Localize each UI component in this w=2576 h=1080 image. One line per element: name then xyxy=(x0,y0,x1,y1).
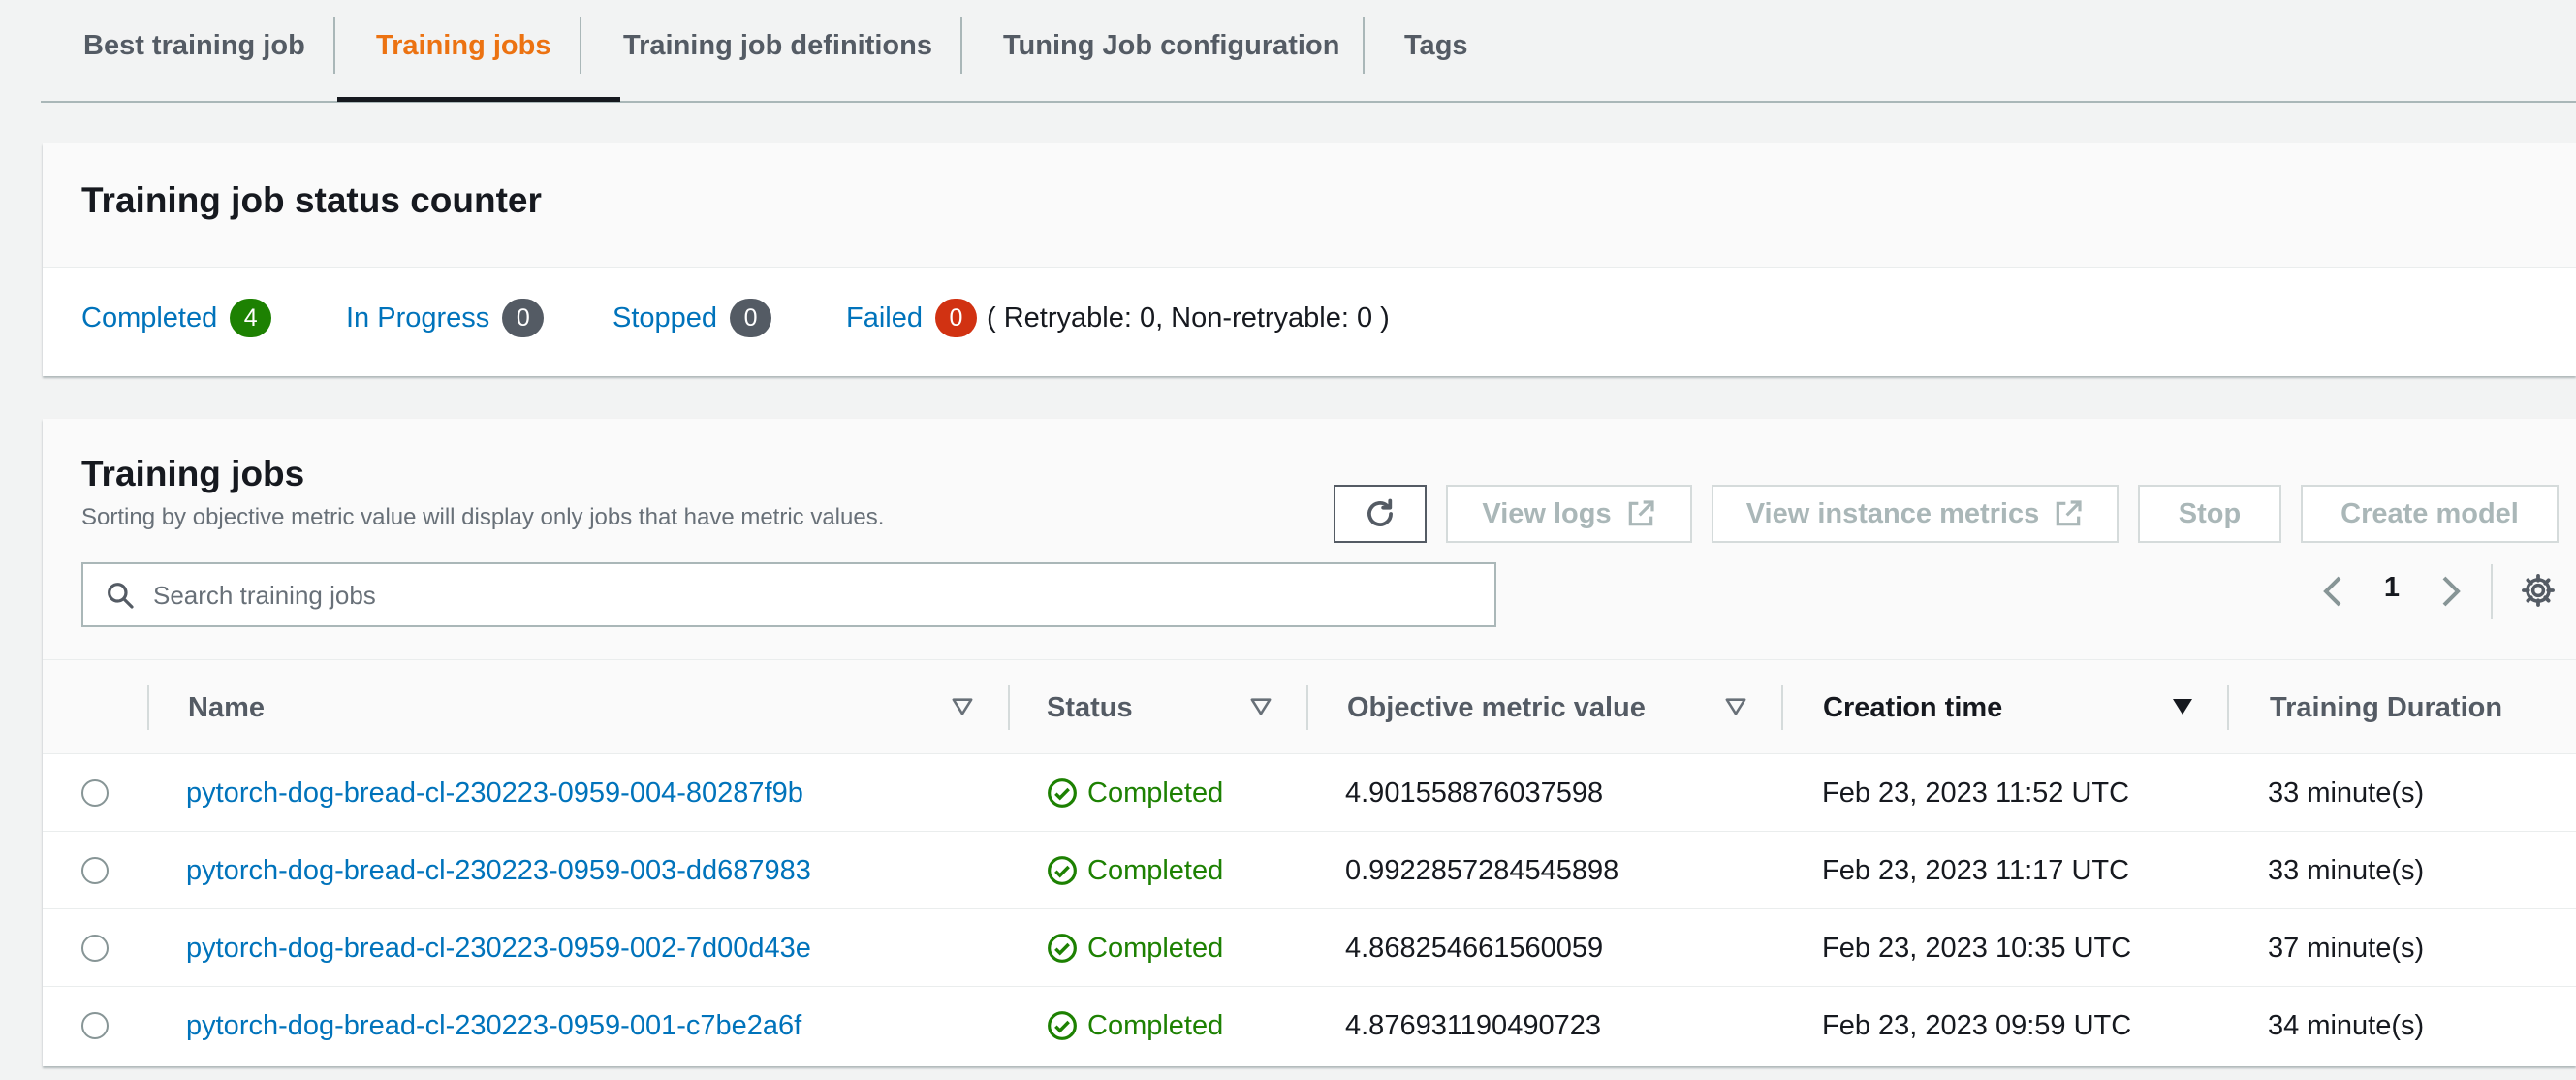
job-name-link[interactable]: pytorch-dog-bread-cl-230223-0959-001-c7b… xyxy=(186,987,801,1064)
settings-gear-icon[interactable] xyxy=(2520,572,2557,609)
radio-button[interactable] xyxy=(81,1012,109,1039)
status-text: Completed xyxy=(1087,933,1224,964)
creation-time: Feb 23, 2023 09:59 UTC xyxy=(1822,1010,2132,1041)
table-row[interactable]: pytorch-dog-bread-cl-230223-0959-001-c7b… xyxy=(43,987,2576,1064)
status-text: Completed xyxy=(1087,1010,1224,1041)
sort-descending-icon[interactable] xyxy=(2171,697,2194,716)
table-header: Name Status Objective metric value Creat… xyxy=(43,659,2576,754)
job-name-link[interactable]: pytorch-dog-bread-cl-230223-0959-004-802… xyxy=(186,754,803,832)
status-check-icon xyxy=(1048,934,1077,963)
column-header-objective-metric-value[interactable]: Objective metric value xyxy=(1347,660,1646,755)
training-jobs-description: Sorting by objective metric value will d… xyxy=(81,504,885,530)
failed-link[interactable]: Failed xyxy=(846,302,923,334)
in-progress-counter: In Progress 0 xyxy=(346,297,545,339)
training-duration: 33 minute(s) xyxy=(2268,855,2425,886)
status-text: Completed xyxy=(1087,778,1224,809)
external-link-icon xyxy=(2056,500,2082,526)
table-row[interactable]: pytorch-dog-bread-cl-230223-0959-002-7d0… xyxy=(43,909,2576,987)
view-logs-label: View logs xyxy=(1482,497,1612,529)
radio-button[interactable] xyxy=(81,779,109,807)
search-icon xyxy=(108,583,134,609)
tab-tuning-job-configuration[interactable]: Tuning Job configuration xyxy=(1003,0,1339,91)
tab-best-training-job[interactable]: Best training job xyxy=(83,0,305,91)
active-tab-indicator xyxy=(337,97,620,102)
failed-retry-detail: ( Retryable: 0, Non-retryable: 0 ) xyxy=(987,302,1390,334)
tab-training-jobs[interactable]: Training jobs xyxy=(376,0,550,91)
column-separator xyxy=(147,685,149,730)
tab-separator xyxy=(333,17,335,74)
creation-time: Feb 23, 2023 10:35 UTC xyxy=(1822,933,2132,964)
table-row[interactable]: pytorch-dog-bread-cl-230223-0959-004-802… xyxy=(43,754,2576,832)
search-input[interactable] xyxy=(153,572,1471,619)
column-separator xyxy=(1781,685,1783,730)
stop-button[interactable]: Stop xyxy=(2138,485,2281,543)
metric-value: 0.9922857284545898 xyxy=(1345,855,1619,886)
table-row[interactable]: pytorch-dog-bread-cl-230223-0959-003-dd6… xyxy=(43,832,2576,909)
stopped-counter: Stopped 0 xyxy=(613,297,772,339)
completed-link[interactable]: Completed xyxy=(81,302,217,334)
view-logs-button[interactable]: View logs xyxy=(1446,485,1692,543)
view-instance-metrics-button[interactable]: View instance metrics xyxy=(1712,485,2119,543)
pager-separator xyxy=(2491,564,2493,619)
view-instance-metrics-label: View instance metrics xyxy=(1745,497,2040,529)
refresh-button[interactable] xyxy=(1334,485,1427,543)
tab-separator xyxy=(960,17,962,74)
training-duration: 33 minute(s) xyxy=(2268,778,2425,809)
refresh-icon xyxy=(1367,498,1393,526)
create-model-label: Create model xyxy=(2340,497,2519,529)
status-text: Completed xyxy=(1087,855,1224,886)
creation-time: Feb 23, 2023 11:17 UTC xyxy=(1822,855,2130,886)
tab-tags[interactable]: Tags xyxy=(1404,0,1468,91)
chevron-left-icon[interactable] xyxy=(2318,574,2349,609)
failed-counter: Failed 0 ( Retryable: 0, Non-retryable: … xyxy=(846,297,1390,339)
column-header-status[interactable]: Status xyxy=(1047,660,1133,755)
status-cell: Completed xyxy=(1047,754,1223,832)
status-cell: Completed xyxy=(1047,909,1223,987)
stop-label: Stop xyxy=(2178,497,2242,529)
training-jobs-title: Training jobs xyxy=(81,454,305,493)
metric-value: 4.868254661560059 xyxy=(1345,933,1604,964)
status-cell: Completed xyxy=(1047,832,1223,909)
column-header-training-duration[interactable]: Training Duration xyxy=(2270,660,2502,755)
status-check-icon xyxy=(1048,1011,1077,1040)
metric-value: 4.876931190490723 xyxy=(1345,1010,1601,1041)
status-counter-title: Training job status counter xyxy=(81,180,542,220)
stopped-count-badge: 0 xyxy=(730,299,772,337)
tab-training-job-definitions[interactable]: Training job definitions xyxy=(623,0,932,91)
tab-separator xyxy=(1363,17,1365,74)
search-box xyxy=(81,562,1496,627)
tab-separator xyxy=(580,17,581,74)
filter-caret-icon[interactable] xyxy=(1725,697,1746,716)
radio-button[interactable] xyxy=(81,857,109,884)
metric-value: 4.901558876037598 xyxy=(1345,778,1604,809)
tab-bar: Best training job Training jobs Training… xyxy=(41,0,2576,103)
training-duration: 37 minute(s) xyxy=(2268,933,2425,964)
completed-counter: Completed 4 xyxy=(81,297,272,339)
status-check-icon xyxy=(1048,856,1077,885)
create-model-button[interactable]: Create model xyxy=(2301,485,2559,543)
creation-time: Feb 23, 2023 11:52 UTC xyxy=(1822,778,2130,809)
in-progress-link[interactable]: In Progress xyxy=(346,302,489,334)
in-progress-count-badge: 0 xyxy=(502,299,545,337)
stopped-link[interactable]: Stopped xyxy=(613,302,717,334)
chevron-right-icon[interactable] xyxy=(2435,574,2466,609)
job-name-link[interactable]: pytorch-dog-bread-cl-230223-0959-003-dd6… xyxy=(186,832,811,909)
current-page-number[interactable]: 1 xyxy=(2380,572,2403,604)
column-header-name[interactable]: Name xyxy=(188,660,265,755)
status-counter-panel xyxy=(43,143,2576,376)
filter-caret-icon[interactable] xyxy=(1250,697,1272,716)
column-separator xyxy=(1008,685,1010,730)
radio-button[interactable] xyxy=(81,935,109,962)
external-link-icon xyxy=(1628,500,1654,526)
column-header-creation-time[interactable]: Creation time xyxy=(1823,660,2002,755)
failed-count-badge: 0 xyxy=(935,299,977,337)
column-separator xyxy=(1306,685,1308,730)
training-duration: 34 minute(s) xyxy=(2268,1010,2425,1041)
job-name-link[interactable]: pytorch-dog-bread-cl-230223-0959-002-7d0… xyxy=(186,909,811,987)
status-check-icon xyxy=(1048,778,1077,808)
completed-count-badge: 4 xyxy=(230,299,272,337)
status-cell: Completed xyxy=(1047,987,1223,1064)
column-separator xyxy=(2227,685,2229,730)
filter-caret-icon[interactable] xyxy=(952,697,973,716)
